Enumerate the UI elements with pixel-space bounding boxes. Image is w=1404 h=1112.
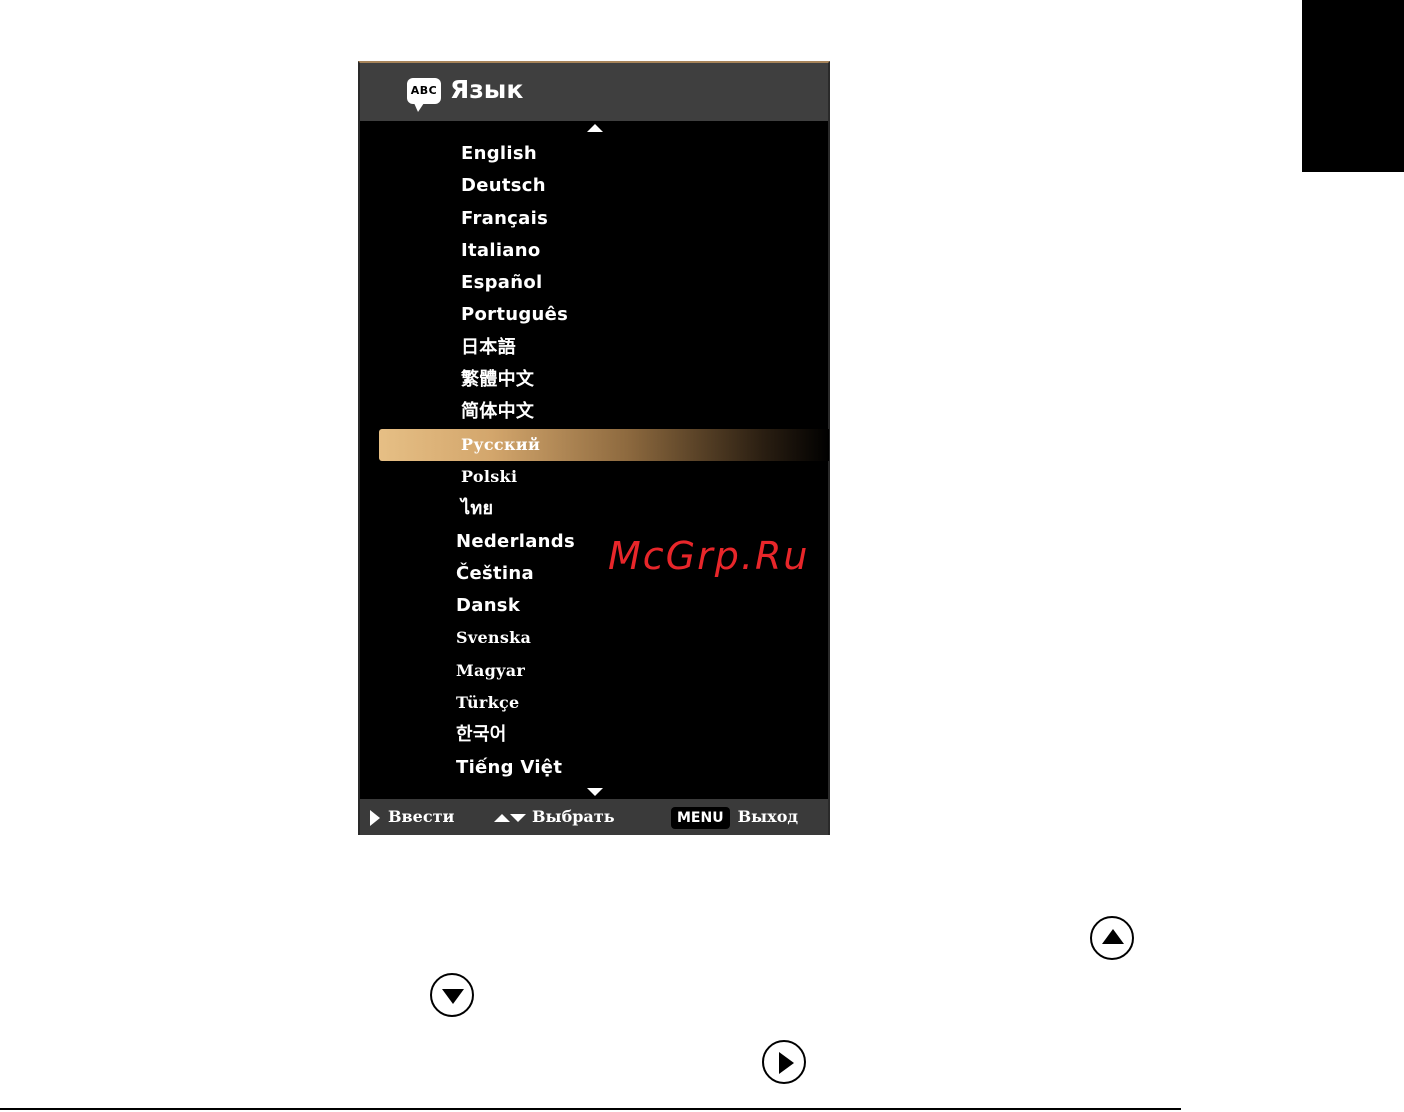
footer-exit-label: Выход (737, 807, 799, 826)
menu-footer: Ввести Выбрать MENU Выход (360, 799, 828, 835)
footer-enter-label: Ввести (388, 807, 455, 826)
menu-header: ABC Язык (360, 63, 828, 121)
language-item-tieng-viet[interactable]: Tiếng Việt (360, 752, 828, 784)
language-item-francais[interactable]: Français (360, 203, 828, 235)
menu-title: Язык (450, 75, 524, 104)
footer-select-hint: Выбрать (494, 799, 615, 835)
language-item-deutsch[interactable]: Deutsch (360, 170, 828, 202)
page-bottom-rule (0, 1108, 1181, 1110)
language-item-espanol[interactable]: Español (360, 267, 828, 299)
watermark-text: McGrp.Ru (608, 534, 810, 578)
language-list: English Deutsch Français Italiano Españo… (360, 138, 829, 784)
language-item-dansk[interactable]: Dansk (360, 590, 828, 622)
language-item-russian-selected[interactable]: Русский (360, 428, 829, 461)
menu-key-badge: MENU (671, 806, 730, 829)
triangle-right-icon (370, 809, 380, 826)
remote-right-button-icon (762, 1040, 806, 1084)
footer-exit-hint: MENU Выход (671, 799, 798, 835)
language-item-magyar[interactable]: Magyar (360, 655, 828, 687)
scroll-up-icon[interactable] (587, 124, 603, 132)
triangle-up-icon (494, 813, 510, 822)
language-item-traditional-chinese[interactable]: 繁體中文 (360, 364, 828, 396)
scroll-down-icon[interactable] (587, 788, 603, 796)
language-menu-window: ABC Язык English Deutsch Français Italia… (358, 61, 830, 835)
language-abc-icon: ABC (407, 78, 441, 112)
footer-select-label: Выбрать (532, 807, 615, 826)
language-item-english[interactable]: English (360, 138, 828, 170)
remote-up-button-icon (1090, 916, 1134, 960)
language-item-polski[interactable]: Polski (360, 461, 828, 493)
language-item-turkce[interactable]: Türkçe (360, 687, 828, 719)
language-item-thai[interactable]: ไทย (360, 493, 828, 525)
language-item-portugues[interactable]: Português (360, 299, 828, 331)
triangle-down-icon (510, 813, 526, 822)
language-item-korean[interactable]: 한국어 (360, 719, 828, 751)
language-item-italiano[interactable]: Italiano (360, 235, 828, 267)
page-corner-tab (1302, 0, 1404, 172)
footer-enter-hint: Ввести (370, 799, 454, 835)
remote-down-button-icon (430, 973, 474, 1017)
language-item-svenska[interactable]: Svenska (360, 622, 828, 654)
language-item-japanese[interactable]: 日本語 (360, 332, 828, 364)
language-item-simplified-chinese[interactable]: 简体中文 (360, 396, 828, 428)
